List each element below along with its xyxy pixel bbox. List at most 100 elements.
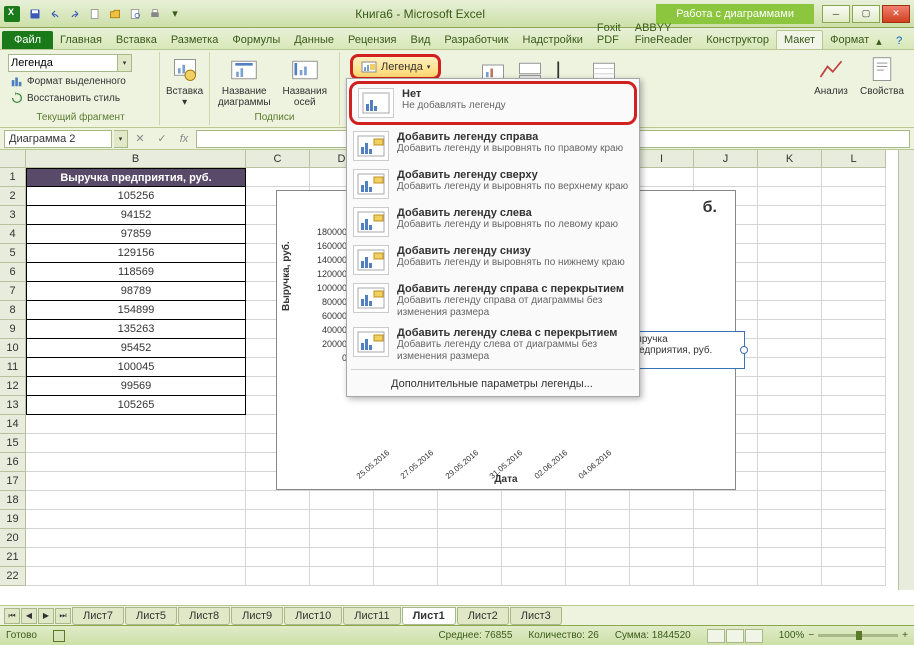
cell[interactable] [822, 434, 886, 453]
cell[interactable] [502, 510, 566, 529]
cell[interactable] [310, 491, 374, 510]
cell[interactable] [758, 415, 822, 434]
cell[interactable] [566, 510, 630, 529]
row-header[interactable]: 18 [0, 491, 26, 510]
tab-insert[interactable]: Вставка [109, 31, 164, 49]
row-header[interactable]: 7 [0, 282, 26, 301]
name-box-dropdown[interactable]: ▾ [114, 130, 128, 148]
vertical-scrollbar[interactable] [898, 150, 914, 590]
cell[interactable] [26, 472, 246, 491]
cell[interactable] [822, 225, 886, 244]
cell[interactable] [758, 529, 822, 548]
legend-option[interactable]: НетНе добавлять легенду [349, 81, 637, 125]
cell[interactable] [758, 548, 822, 567]
column-header[interactable]: J [694, 150, 758, 168]
cell[interactable] [758, 339, 822, 358]
cell[interactable] [502, 529, 566, 548]
legend-option[interactable]: Добавить легенду справа с перекрытиемДоб… [347, 279, 639, 323]
cell[interactable] [758, 263, 822, 282]
row-header[interactable]: 9 [0, 320, 26, 339]
sheet-tab[interactable]: Лист9 [231, 607, 283, 625]
row-header[interactable]: 2 [0, 187, 26, 206]
cell[interactable] [822, 339, 886, 358]
axis-titles-button[interactable]: Названия осей [277, 54, 334, 108]
cell[interactable] [502, 491, 566, 510]
cell[interactable] [758, 168, 822, 187]
chart-element-input[interactable] [8, 54, 118, 72]
sheet-tab[interactable]: Лист1 [402, 607, 456, 625]
cell[interactable] [758, 434, 822, 453]
row-header[interactable]: 16 [0, 453, 26, 472]
name-box[interactable]: Диаграмма 2 [4, 130, 112, 148]
view-page-layout[interactable] [726, 629, 744, 643]
cell[interactable] [26, 548, 246, 567]
cell[interactable] [374, 567, 438, 586]
cell[interactable]: 100045 [26, 358, 246, 377]
cell[interactable] [630, 567, 694, 586]
cell[interactable] [438, 510, 502, 529]
sheet-tab[interactable]: Лист2 [457, 607, 509, 625]
tab-home[interactable]: Главная [53, 31, 109, 49]
tab-chart-layout[interactable]: Макет [776, 30, 823, 49]
cancel-formula[interactable]: ✕ [130, 130, 150, 148]
cell[interactable] [822, 301, 886, 320]
qat-redo[interactable] [66, 5, 84, 23]
chart-element-dropdown[interactable]: ▾ [118, 54, 132, 72]
cell[interactable]: 129156 [26, 244, 246, 263]
cell[interactable] [822, 244, 886, 263]
legend-option[interactable]: Добавить легенду снизуДобавить легенду и… [347, 241, 639, 279]
cell[interactable] [26, 529, 246, 548]
cell[interactable] [758, 396, 822, 415]
cell[interactable] [758, 567, 822, 586]
cell[interactable] [246, 548, 310, 567]
legend-more-options[interactable]: Дополнительные параметры легенды... [347, 372, 639, 396]
cell[interactable] [26, 453, 246, 472]
cell[interactable] [246, 491, 310, 510]
cell[interactable] [566, 529, 630, 548]
row-header[interactable]: 15 [0, 434, 26, 453]
help-button[interactable]: ? [896, 35, 910, 49]
cell[interactable] [822, 320, 886, 339]
tab-developer[interactable]: Разработчик [437, 31, 515, 49]
cell[interactable] [310, 529, 374, 548]
analysis-button[interactable]: Анализ [810, 54, 852, 97]
cell[interactable] [758, 187, 822, 206]
cell[interactable] [822, 358, 886, 377]
sheet-tab[interactable]: Лист7 [72, 607, 124, 625]
cell[interactable]: 98789 [26, 282, 246, 301]
chart-element-selector[interactable]: ▾ [8, 54, 132, 72]
row-header[interactable]: 12 [0, 377, 26, 396]
cell[interactable] [758, 453, 822, 472]
fx-button[interactable]: fx [174, 130, 194, 148]
cell[interactable] [26, 434, 246, 453]
cell[interactable] [758, 282, 822, 301]
cell[interactable] [694, 548, 758, 567]
cell[interactable] [26, 567, 246, 586]
row-header[interactable]: 22 [0, 567, 26, 586]
enter-formula[interactable]: ✓ [152, 130, 172, 148]
sheet-nav-prev[interactable]: ◀ [21, 608, 37, 624]
cell[interactable] [566, 567, 630, 586]
column-header[interactable]: K [758, 150, 822, 168]
tab-view[interactable]: Вид [403, 31, 437, 49]
tab-data[interactable]: Данные [287, 31, 341, 49]
cell[interactable] [630, 491, 694, 510]
tab-abbyy[interactable]: ABBYY FineReader [628, 19, 699, 49]
close-button[interactable]: ✕ [882, 5, 910, 23]
cell[interactable]: 95452 [26, 339, 246, 358]
cell[interactable] [374, 491, 438, 510]
cell[interactable] [822, 491, 886, 510]
cell[interactable] [630, 510, 694, 529]
cell[interactable] [26, 491, 246, 510]
sheet-nav-next[interactable]: ▶ [38, 608, 54, 624]
sheet-tab[interactable]: Лист11 [343, 607, 400, 625]
cell[interactable] [822, 206, 886, 225]
chart-legend-selected[interactable]: Выручка предприятия, руб. [625, 331, 745, 369]
cell[interactable] [758, 301, 822, 320]
reset-style-button[interactable]: Восстановить стиль [8, 90, 132, 106]
tab-designer[interactable]: Конструктор [699, 31, 776, 49]
row-header[interactable]: 19 [0, 510, 26, 529]
minimize-ribbon-button[interactable]: ▴ [876, 35, 890, 49]
qat-dropdown[interactable]: ▾ [166, 5, 184, 23]
qat-undo[interactable] [46, 5, 64, 23]
